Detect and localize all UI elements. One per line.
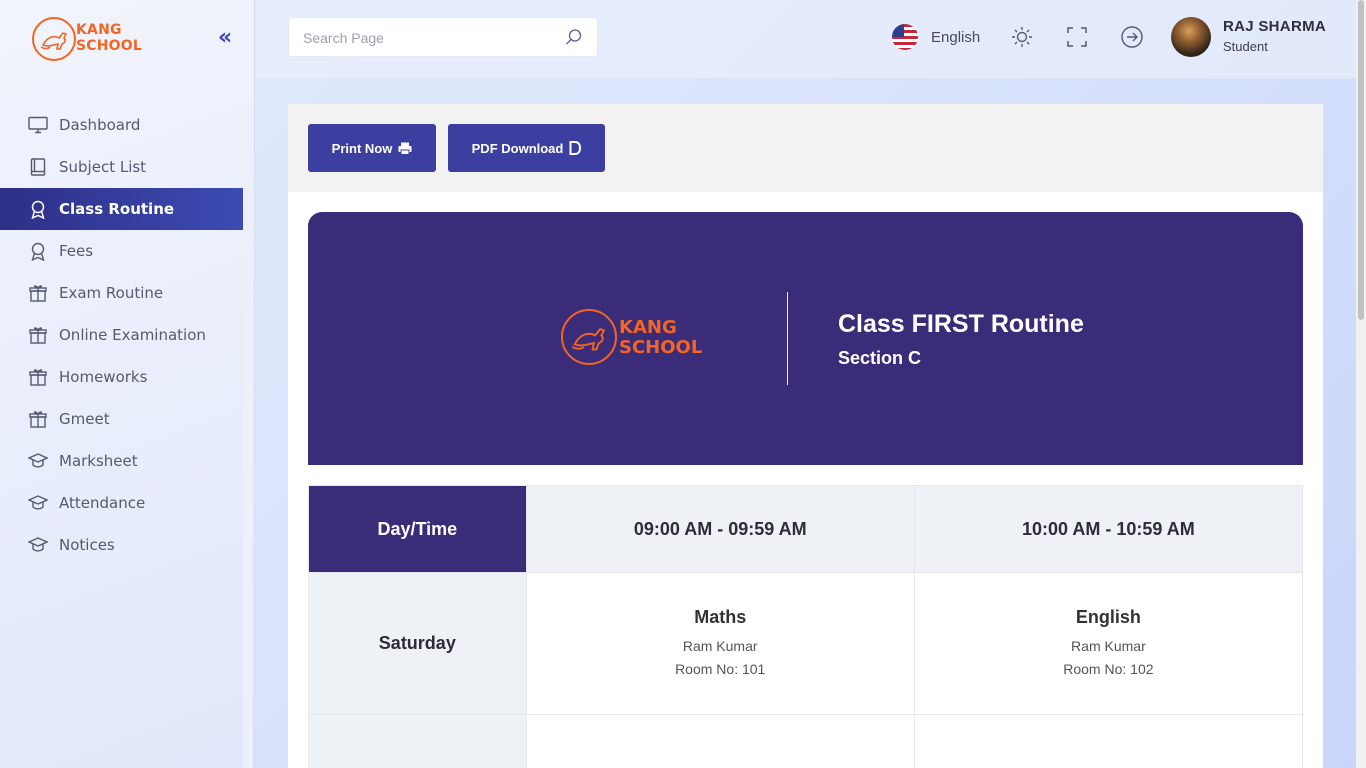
language-selector[interactable]: English — [892, 22, 980, 52]
logout-icon[interactable] — [1120, 25, 1144, 49]
sidebar-item-label: Class Routine — [59, 200, 175, 218]
sidebar-item-online-examination[interactable]: Online Examination — [0, 314, 243, 356]
print-now-label: Print Now — [331, 140, 393, 156]
sidebar-item-marksheet[interactable]: Marksheet — [0, 440, 243, 482]
avatar[interactable] — [1171, 17, 1211, 57]
routine-panel: Print Now PDF Download KANG SCHOOL Class… — [288, 104, 1323, 768]
collapse-sidebar-icon[interactable]: « — [218, 27, 240, 50]
sidebar-item-label: Attendance — [59, 494, 146, 512]
pdf-download-button[interactable]: PDF Download — [448, 124, 605, 172]
brand-line-1: KANG — [76, 22, 122, 38]
sidebar-item-label: Marksheet — [59, 452, 138, 470]
banner-logo: KANG SCHOOL — [561, 309, 706, 369]
us-flag-icon — [892, 24, 918, 50]
sidebar-item-label: Exam Routine — [59, 284, 164, 302]
sidebar-item-label: Notices — [59, 536, 115, 554]
routine-title: Class FIRST Routine — [838, 310, 1084, 338]
printer-icon — [398, 142, 412, 155]
routine-section: Section C — [838, 348, 922, 368]
sidebar-scrollbar[interactable] — [243, 104, 252, 768]
search-box — [288, 17, 598, 57]
day-cell — [308, 714, 527, 768]
page-scrollbar[interactable] — [1356, 0, 1366, 768]
user-role: Student — [1223, 39, 1268, 54]
page-scrollbar-thumb[interactable] — [1358, 0, 1364, 320]
time-slot-header: 09:00 AM - 09:59 AM — [525, 485, 915, 573]
gift-icon — [27, 367, 49, 387]
sidebar-item-class-routine[interactable]: Class Routine — [0, 188, 243, 230]
sidebar-item-label: Gmeet — [59, 410, 110, 428]
graduation-cap-icon — [27, 451, 49, 471]
banner-brand-line-1: KANG — [619, 317, 677, 338]
gift-icon — [27, 325, 49, 345]
sidebar-item-label: Dashboard — [59, 116, 141, 134]
sidebar-item-subject-list[interactable]: Subject List — [0, 146, 243, 188]
sidebar-item-exam-routine[interactable]: Exam Routine — [0, 272, 243, 314]
routine-cell — [525, 714, 915, 768]
award-icon — [27, 241, 49, 261]
award-icon — [27, 199, 49, 219]
sidebar: KANG SCHOOL « Dashboard Subject List Cla… — [0, 0, 255, 768]
room-number: Room No: 101 — [675, 660, 766, 677]
brand-logo[interactable]: KANG SCHOOL — [32, 17, 142, 63]
sun-icon[interactable] — [1010, 25, 1034, 49]
banner-brand-line-2: SCHOOL — [619, 337, 703, 358]
sidebar-item-gmeet[interactable]: Gmeet — [0, 398, 243, 440]
sidebar-nav: Dashboard Subject List Class Routine Fee… — [0, 104, 243, 566]
brand-line-2: SCHOOL — [76, 38, 142, 54]
routine-cell: English Ram Kumar Room No: 102 — [913, 572, 1304, 715]
gift-icon — [27, 409, 49, 429]
subject-name: Maths — [694, 606, 747, 627]
routine-table: Day/Time 09:00 AM - 09:59 AM 10:00 AM - … — [308, 485, 1304, 768]
sidebar-item-label: Subject List — [59, 158, 147, 176]
routine-toolbar: Print Now PDF Download — [288, 104, 1323, 192]
search-input[interactable] — [303, 27, 553, 49]
sidebar-item-attendance[interactable]: Attendance — [0, 482, 243, 524]
pdf-icon — [569, 141, 582, 155]
room-number: Room No: 102 — [1063, 660, 1154, 677]
routine-header-row: Day/Time 09:00 AM - 09:59 AM 10:00 AM - … — [308, 485, 1304, 573]
pdf-download-label: PDF Download — [471, 140, 564, 156]
routine-cell — [913, 714, 1304, 768]
book-icon — [27, 157, 49, 177]
fullscreen-icon[interactable] — [1065, 25, 1089, 49]
routine-banner: KANG SCHOOL Class FIRST Routine Section … — [308, 212, 1303, 465]
graduation-cap-icon — [27, 535, 49, 555]
sidebar-item-label: Online Examination — [59, 326, 206, 344]
search-icon[interactable] — [565, 28, 583, 50]
time-slot-header: 10:00 AM - 10:59 AM — [913, 485, 1304, 573]
routine-cell: Maths Ram Kumar Room No: 101 — [525, 572, 915, 715]
kangaroo-logo-icon — [32, 17, 76, 61]
teacher-name: Ram Kumar — [682, 637, 758, 654]
subject-name: English — [1075, 606, 1141, 627]
graduation-cap-icon — [27, 493, 49, 513]
teacher-name: Ram Kumar — [1071, 637, 1146, 654]
language-label: English — [931, 28, 981, 46]
sidebar-item-dashboard[interactable]: Dashboard — [0, 104, 243, 146]
sidebar-item-notices[interactable]: Notices — [0, 524, 243, 566]
top-header: English RAJ SHARMA Student — [256, 0, 1356, 79]
day-cell: Saturday — [308, 572, 527, 715]
monitor-icon — [27, 115, 49, 135]
sidebar-item-label: Fees — [59, 242, 94, 260]
sidebar-item-fees[interactable]: Fees — [0, 230, 243, 272]
print-now-button[interactable]: Print Now — [308, 124, 436, 172]
banner-divider — [787, 292, 788, 385]
gift-icon — [27, 283, 49, 303]
table-row: Saturday Maths Ram Kumar Room No: 101 En… — [308, 572, 1304, 715]
sidebar-item-homeworks[interactable]: Homeworks — [0, 356, 243, 398]
sidebar-item-label: Homeworks — [59, 368, 148, 386]
kangaroo-logo-icon — [561, 309, 617, 365]
user-name: RAJ SHARMA — [1223, 18, 1327, 35]
day-time-header: Day/Time — [308, 485, 527, 573]
table-row — [308, 714, 1304, 768]
